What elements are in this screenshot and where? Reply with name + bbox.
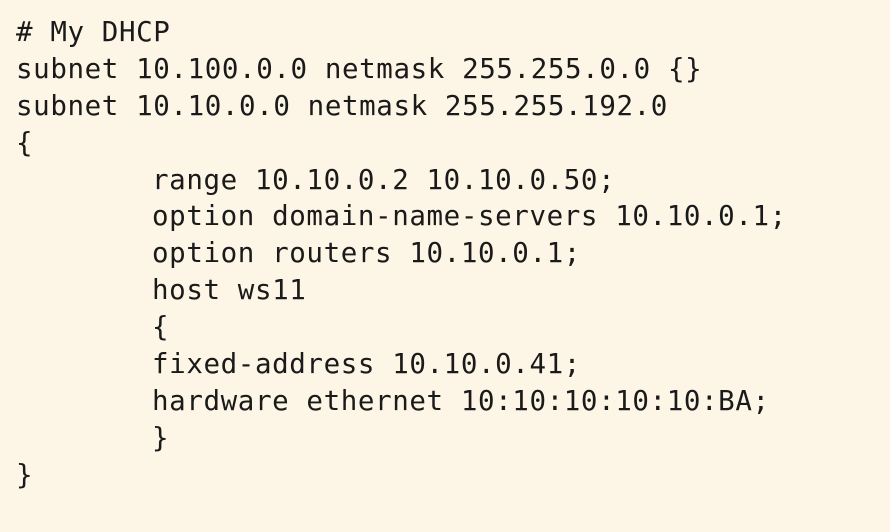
dns-option-line: option domain-name-servers 10.10.0.1; xyxy=(152,200,787,233)
routers-option-line: option routers 10.10.0.1; xyxy=(152,237,581,270)
open-brace-line: { xyxy=(152,311,170,344)
hardware-ethernet-line: hardware ethernet 10:10:10:10:10:BA; xyxy=(152,384,770,417)
comment-line: # My DHCP xyxy=(16,16,171,48)
fixed-address-line: fixed-address 10.10.0.41; xyxy=(152,348,581,381)
dhcp-config-code-block: # My DHCP subnet 10.100.0.0 netmask 255.… xyxy=(0,0,890,532)
open-brace-line: { xyxy=(16,126,34,159)
subnet-declaration-line: subnet 10.10.0.0 netmask 255.255.192.0 xyxy=(16,89,668,122)
close-brace-line: } xyxy=(152,421,170,454)
close-brace-line: } xyxy=(16,458,34,491)
host-declaration-line: host ws11 xyxy=(152,274,307,307)
range-line: range 10.10.0.2 10.10.0.50; xyxy=(152,163,616,196)
subnet-declaration-line: subnet 10.100.0.0 netmask 255.255.0.0 {} xyxy=(16,52,703,85)
